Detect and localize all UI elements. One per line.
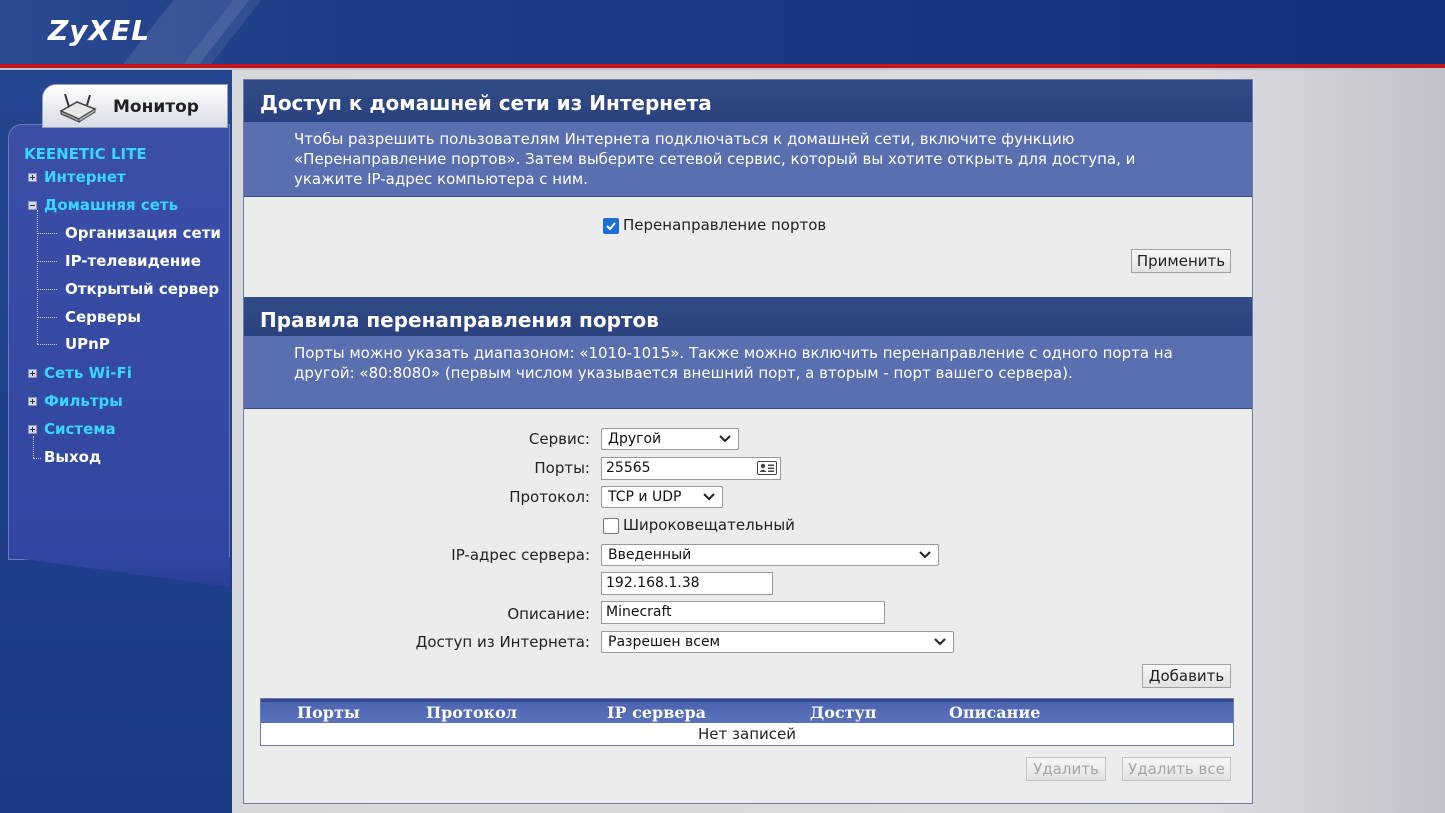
internet-access-select-value: Разрешен всем xyxy=(608,634,721,650)
tree-line xyxy=(37,210,38,344)
sidebar: Монитор KEENETIC LITE Интернет Домашняя … xyxy=(0,70,232,813)
sidebar-item-system[interactable]: Система xyxy=(44,420,116,438)
chevron-down-icon xyxy=(719,435,731,443)
description-input[interactable]: Minecraft xyxy=(601,601,885,624)
tree-line xyxy=(37,317,57,318)
section-title-remote-access: Доступ к домашней сети из Интернета xyxy=(244,80,1252,122)
server-ip-label: IP-адрес сервера: xyxy=(451,546,590,564)
sidebar-item-servers[interactable]: Серверы xyxy=(65,308,141,326)
tree-line xyxy=(37,344,57,345)
broadcast-checkbox[interactable] xyxy=(603,518,619,534)
add-button[interactable]: Добавить xyxy=(1142,664,1231,688)
rules-table: Порты Протокол IP сервера Доступ Описани… xyxy=(260,698,1234,746)
port-forwarding-checkbox[interactable] xyxy=(603,218,619,234)
port-forwarding-label: Перенаправление портов xyxy=(623,216,827,234)
menu-panel xyxy=(8,124,230,560)
sidebar-item-logout[interactable]: Выход xyxy=(44,448,101,466)
internet-access-select[interactable]: Разрешен всем xyxy=(601,631,954,653)
monitor-tab-label: Монитор xyxy=(113,97,199,117)
sidebar-item-home-network[interactable]: Домашняя сеть xyxy=(44,196,178,214)
section-description: Чтобы разрешить пользователям Интернета … xyxy=(244,122,1252,197)
rules-table-header: Порты Протокол IP сервера Доступ Описани… xyxy=(261,699,1233,723)
server-ip-input-value: 192.168.1.38 xyxy=(606,575,700,591)
chevron-down-icon xyxy=(919,551,931,559)
protocol-select[interactable]: TCP и UDP xyxy=(601,486,723,508)
tree-line xyxy=(37,289,57,290)
header: ZyXEL xyxy=(0,0,1445,64)
protocol-label: Протокол: xyxy=(509,488,590,506)
section-description-text: Чтобы разрешить пользователям Интернета … xyxy=(294,130,1136,188)
broadcast-label: Широковещательный xyxy=(623,516,795,534)
expand-icon[interactable] xyxy=(28,173,37,182)
chevron-down-icon xyxy=(703,493,715,501)
description-label: Описание: xyxy=(507,605,590,623)
tree-line xyxy=(37,261,57,262)
monitor-tab[interactable]: Монитор xyxy=(42,84,228,128)
delete-button[interactable]: Удалить xyxy=(1026,757,1106,781)
description-input-value: Minecraft xyxy=(606,604,672,620)
server-ip-mode-value: Введенный xyxy=(608,547,692,563)
sidebar-item-wifi[interactable]: Сеть Wi-Fi xyxy=(44,364,132,382)
ports-input[interactable]: 25565 xyxy=(601,457,781,480)
column-header-protocol: Протокол xyxy=(426,703,518,722)
check-icon xyxy=(606,222,616,231)
service-select-value: Другой xyxy=(608,431,662,447)
collapse-icon[interactable] xyxy=(28,201,37,210)
sidebar-item-iptv[interactable]: IP-телевидение xyxy=(65,252,201,270)
apply-button[interactable]: Применить xyxy=(1131,249,1231,273)
ports-input-value: 25565 xyxy=(606,460,651,476)
delete-all-button[interactable]: Удалить все xyxy=(1122,757,1231,781)
internet-access-label: Доступ из Интернета: xyxy=(415,633,590,651)
section-title-forwarding-rules: Правила перенаправления портов xyxy=(244,297,1252,339)
tree-line xyxy=(37,233,57,234)
product-name: KEENETIC LITE xyxy=(24,145,147,163)
expand-icon[interactable] xyxy=(28,369,37,378)
table-empty-message: Нет записей xyxy=(698,725,796,743)
sidebar-item-open-server[interactable]: Открытый сервер xyxy=(65,280,219,298)
sidebar-item-filters[interactable]: Фильтры xyxy=(44,392,123,410)
column-header-server-ip: IP сервера xyxy=(607,703,707,722)
sidebar-item-network-setup[interactable]: Организация сети xyxy=(65,224,221,242)
column-header-access: Доступ xyxy=(810,703,877,722)
main-panel: Доступ к домашней сети из Интернета Чтоб… xyxy=(243,79,1253,804)
server-ip-input[interactable]: 192.168.1.38 xyxy=(601,572,773,595)
ports-label: Порты: xyxy=(534,459,590,477)
section-description-text: Порты можно указать диапазоном: «1010-10… xyxy=(294,344,1173,382)
sidebar-item-internet[interactable]: Интернет xyxy=(44,168,126,186)
zyxel-logo: ZyXEL xyxy=(48,14,151,47)
service-select[interactable]: Другой xyxy=(601,428,739,450)
tree-line xyxy=(33,458,41,459)
column-header-ports: Порты xyxy=(297,703,360,722)
contact-card-icon[interactable] xyxy=(757,461,777,475)
expand-icon[interactable] xyxy=(28,397,37,406)
router-icon xyxy=(59,93,97,123)
service-label: Сервис: xyxy=(528,430,590,448)
protocol-select-value: TCP и UDP xyxy=(608,489,682,505)
sidebar-item-upnp[interactable]: UPnP xyxy=(65,335,110,353)
column-header-description: Описание xyxy=(949,703,1041,722)
expand-icon[interactable] xyxy=(28,425,37,434)
tree-line xyxy=(33,436,34,458)
section-description: Порты можно указать диапазоном: «1010-10… xyxy=(244,336,1252,409)
server-ip-mode-select[interactable]: Введенный xyxy=(601,544,939,566)
chevron-down-icon xyxy=(934,638,946,646)
